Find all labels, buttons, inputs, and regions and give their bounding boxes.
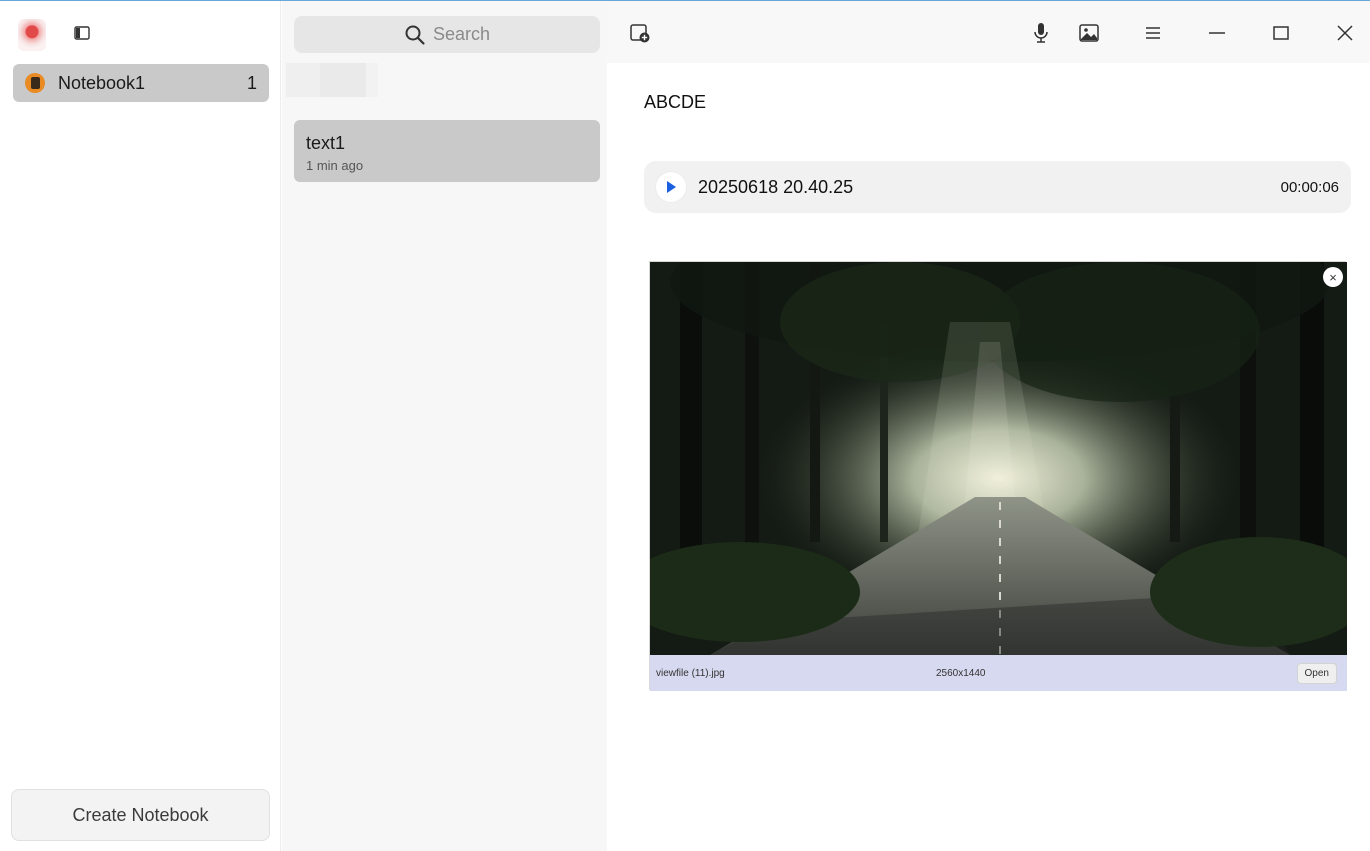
blurred-header — [286, 63, 378, 97]
notebook-count: 1 — [246, 72, 257, 93]
image-dimensions: 2560x1440 — [936, 667, 986, 679]
audio-duration: 00:00:06 — [1280, 178, 1339, 196]
audio-attachment: 20250618 20.40.25 00:00:06 — [644, 161, 1351, 213]
audio-name: 20250618 20.40.25 — [698, 176, 854, 197]
note-title: text1 — [306, 133, 346, 153]
notebook-name: Notebook1 — [58, 72, 146, 93]
editor-toolbar — [607, 1, 1370, 63]
forest-road-photo: × — [650, 262, 1347, 655]
new-note-icon[interactable] — [627, 20, 653, 46]
search-placeholder: Search — [432, 24, 491, 44]
image-footer: viewfile (11).jpg 2560x1440 Open — [650, 655, 1347, 691]
menu-icon[interactable] — [1140, 20, 1166, 46]
open-image-button[interactable]: Open — [1296, 662, 1337, 684]
minimize-icon[interactable] — [1204, 20, 1230, 46]
sidebar-toggle-icon[interactable] — [70, 21, 94, 45]
play-icon[interactable] — [656, 172, 686, 202]
search-input[interactable]: Search — [294, 16, 600, 53]
search-icon — [405, 25, 425, 45]
note-list-panel: Search text1 1 min ago — [282, 1, 607, 851]
notebook-sidebar: Notebook1 1 Create Notebook — [0, 1, 281, 851]
note-item[interactable]: text1 1 min ago — [294, 120, 600, 182]
maximize-icon[interactable] — [1268, 20, 1294, 46]
close-icon[interactable] — [1332, 20, 1358, 46]
notebook-icon — [25, 73, 45, 93]
note-time: 1 min ago — [306, 158, 364, 173]
image-icon[interactable] — [1076, 20, 1102, 46]
image-attachment: × viewfile (11).jpg 2560x1440 Open — [649, 261, 1347, 691]
remove-image-button[interactable]: × — [1323, 267, 1343, 287]
image-filename: viewfile (11).jpg — [656, 667, 725, 679]
note-body-text[interactable]: ABCDE — [644, 92, 706, 113]
app-logo — [18, 19, 46, 51]
create-notebook-button[interactable]: Create Notebook — [11, 789, 270, 841]
microphone-icon[interactable] — [1028, 20, 1054, 46]
note-editor: ABCDE 20250618 20.40.25 00:00:06 × viewf… — [607, 1, 1370, 851]
notebook-item[interactable]: Notebook1 1 — [13, 64, 269, 102]
